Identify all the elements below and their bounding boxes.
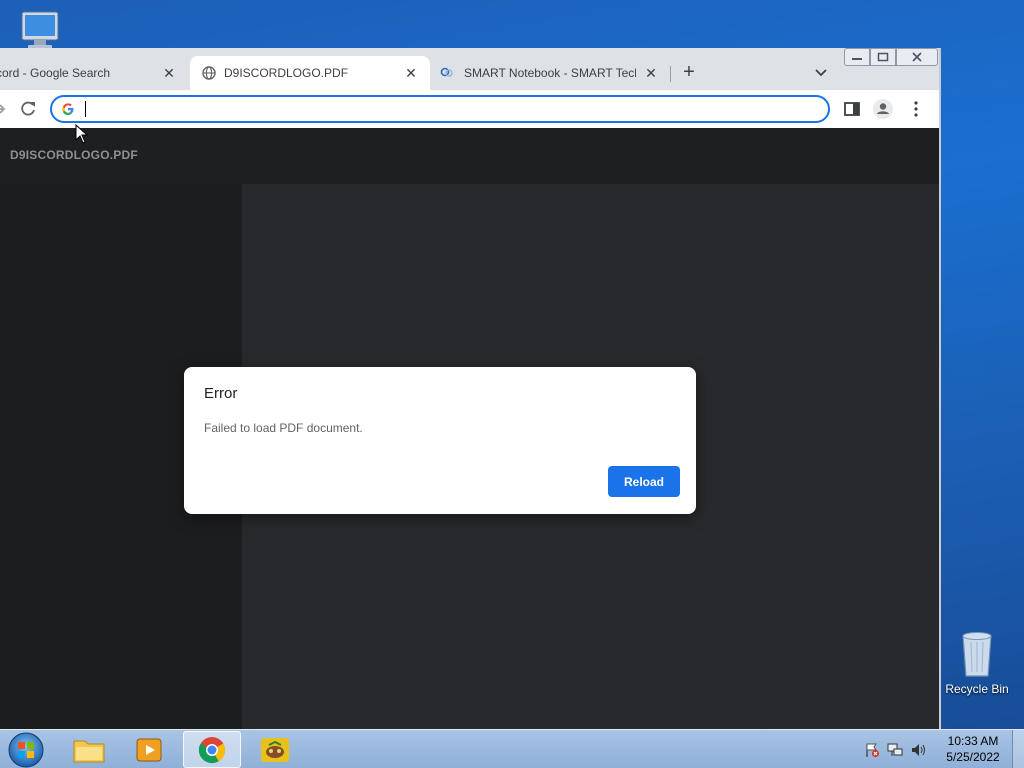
mouse-cursor-icon: [75, 124, 89, 144]
taskbar-game-app[interactable]: [246, 731, 304, 768]
taskbar-explorer[interactable]: [60, 731, 118, 768]
media-player-icon: [136, 738, 162, 761]
volume-icon[interactable]: [910, 742, 928, 758]
start-button-icon[interactable]: [6, 731, 46, 768]
forward-arrow-icon[interactable]: [0, 98, 10, 120]
tab-title: SMART Notebook - SMART Techn: [464, 66, 636, 80]
address-bar[interactable]: [50, 95, 830, 123]
tab-title: D9ISCORDLOGO.PDF: [224, 66, 349, 80]
clock-time: 10:33 AM: [947, 734, 999, 748]
maximize-button[interactable]: [870, 48, 896, 66]
action-center-flag-icon[interactable]: [864, 742, 880, 758]
recycle-bin-label: Recycle Bin: [945, 682, 1009, 696]
minimize-icon: [852, 58, 862, 60]
globe-icon: [202, 66, 216, 80]
game-app-icon: [261, 737, 289, 762]
reload-button[interactable]: Reload: [608, 466, 680, 497]
pdf-viewer-header: D9ISCORDLOGO.PDF: [0, 128, 939, 184]
more-menu-icon[interactable]: [905, 98, 927, 120]
close-icon: [912, 52, 922, 62]
side-panel-icon[interactable]: [841, 98, 863, 120]
profile-avatar-icon[interactable]: [872, 98, 894, 120]
recycle-bin-desktop-icon[interactable]: Recycle Bin: [942, 630, 1012, 696]
tab-search-chevron-icon[interactable]: [812, 64, 830, 82]
tab-close-button[interactable]: ✕: [642, 64, 660, 82]
recycle-bin-icon: [962, 632, 992, 677]
clock-date: 5/25/2022: [946, 750, 1000, 764]
taskbar-chrome[interactable]: [183, 731, 241, 768]
reload-icon[interactable]: [17, 98, 39, 120]
smart-logo-icon: [440, 67, 453, 77]
network-icon[interactable]: [886, 742, 904, 758]
tab-close-button[interactable]: ✕: [402, 64, 420, 82]
pdf-document-title: D9ISCORDLOGO.PDF: [10, 148, 138, 162]
dialog-title: Error: [204, 385, 238, 402]
tab-smart-notebook[interactable]: SMART Notebook - SMART Techn ✕: [432, 56, 670, 90]
tab-google-search[interactable]: cord - Google Search ✕: [0, 56, 188, 90]
tab-strip: cord - Google Search ✕ D9ISCORDLOGO.PDF …: [0, 48, 939, 90]
taskbar-media-player[interactable]: [120, 731, 178, 768]
dialog-message: Failed to load PDF document.: [204, 421, 363, 435]
tab-pdf[interactable]: D9ISCORDLOGO.PDF ✕: [190, 56, 430, 90]
taskbar-clock[interactable]: 10:33 AM 5/25/2022: [940, 733, 1006, 765]
tab-close-button[interactable]: ✕: [160, 64, 178, 82]
monitor-icon: [21, 11, 59, 49]
google-g-icon: [62, 103, 74, 116]
minimize-button[interactable]: [844, 48, 870, 66]
close-window-button[interactable]: [896, 48, 938, 66]
computer-desktop-icon[interactable]: [12, 8, 68, 52]
folder-icon: [73, 740, 105, 762]
chrome-icon: [198, 736, 226, 763]
tab-title: cord - Google Search: [0, 66, 111, 80]
new-tab-button[interactable]: +: [678, 62, 700, 84]
show-desktop-button[interactable]: [1012, 730, 1024, 768]
maximize-icon: [877, 52, 889, 62]
system-tray: [864, 740, 928, 760]
text-caret: [85, 101, 86, 117]
error-dialog: Error Failed to load PDF document. Reloa…: [184, 367, 696, 514]
taskbar: 10:33 AM 5/25/2022: [0, 729, 1024, 768]
tab-separator: [670, 66, 671, 82]
browser-toolbar: [0, 90, 939, 128]
address-input[interactable]: [82, 100, 812, 118]
